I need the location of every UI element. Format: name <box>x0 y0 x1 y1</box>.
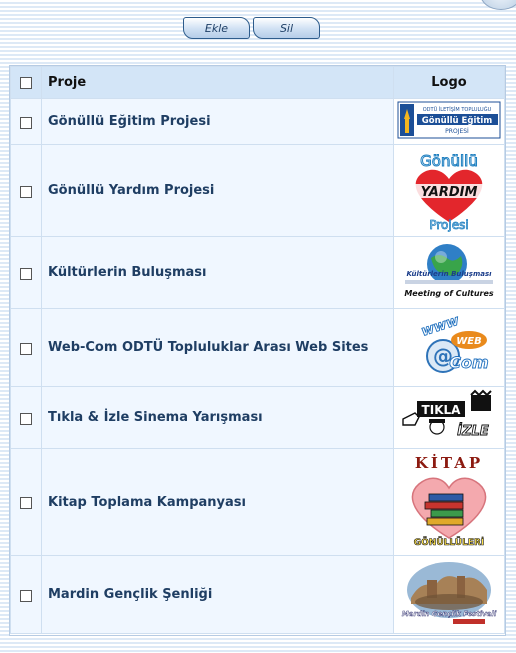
row-checkbox[interactable] <box>20 589 32 602</box>
select-all-checkbox[interactable] <box>20 76 32 89</box>
row-checkbox[interactable] <box>20 412 32 425</box>
add-button[interactable]: Ekle <box>183 17 250 39</box>
logo-text: PROJESİ <box>445 128 469 135</box>
row-checkbox[interactable] <box>20 267 32 280</box>
logo-text: Mardin Gençlik Festivali <box>402 610 497 618</box>
project-logo-cell: www @ WEB Com <box>393 308 505 387</box>
project-logo-cell: KİTAP GÖNÜLLÜLERİ <box>393 448 505 556</box>
project-logo-cell: Mardin Gençlik Festivali <box>393 555 505 634</box>
project-name[interactable]: Gönüllü Eğitim Projesi <box>41 98 394 145</box>
table-header-row: Proje Logo <box>10 66 505 99</box>
delete-button[interactable]: Sil <box>253 17 320 39</box>
logo-text: GÖNÜLLÜLERİ <box>414 537 485 548</box>
logo-text: WEB <box>456 336 481 347</box>
project-name[interactable]: Kültürlerin Buluşması <box>41 236 394 309</box>
row-checkbox-cell <box>10 144 42 237</box>
row-checkbox-cell <box>10 236 42 309</box>
projects-panel: Proje Logo Gönüllü Eğitim Projesi ODTÜ İ… <box>9 65 506 636</box>
project-name[interactable]: Tıkla & İzle Sinema Yarışması <box>41 386 394 449</box>
row-checkbox-cell <box>10 386 42 449</box>
logo-text: YARDIM <box>421 185 478 200</box>
column-header-project: Proje <box>41 66 394 99</box>
logo-text: Gönüllü <box>420 152 478 170</box>
table-row: Mardin Gençlik Şenliği Mardin Gençlik Fe… <box>10 555 505 634</box>
logo-text: İZLE <box>457 423 489 439</box>
yardim-logo[interactable]: Gönüllü YARDIM Projesi <box>397 146 501 232</box>
project-logo-cell: Gönüllü YARDIM Projesi <box>393 144 505 237</box>
logo-text: ODTÜ İLETİŞİM TOPLULUĞU <box>423 106 492 113</box>
tikla-izle-logo[interactable]: TIKLA İZLE <box>397 389 501 443</box>
row-checkbox-cell <box>10 98 42 145</box>
select-all-cell <box>10 66 42 99</box>
logo-text: Com <box>449 353 488 372</box>
kitap-logo[interactable]: KİTAP GÖNÜLLÜLERİ <box>397 450 501 550</box>
egitim-logo[interactable]: ODTÜ İLETİŞİM TOPLULUĞU Gönüllü Eğitim P… <box>397 101 501 139</box>
table-row: Tıkla & İzle Sinema Yarışması TIKLA İZLE <box>10 386 505 449</box>
window-corner-orb[interactable] <box>480 0 516 10</box>
row-checkbox-cell <box>10 448 42 556</box>
row-checkbox[interactable] <box>20 342 32 355</box>
table-row: Kitap Toplama Kampanyası KİTAP GÖNÜLLÜLE… <box>10 448 505 556</box>
project-name[interactable]: Gönüllü Yardım Projesi <box>41 144 394 237</box>
column-header-logo: Logo <box>393 66 505 99</box>
project-logo-cell: TIKLA İZLE <box>393 386 505 449</box>
project-name[interactable]: Mardin Gençlik Şenliği <box>41 555 394 634</box>
logo-text: Gönüllü Eğitim <box>422 116 493 126</box>
row-checkbox[interactable] <box>20 497 32 509</box>
logo-text: Projesi <box>429 218 468 232</box>
toolbar: Ekle Sil <box>183 17 320 39</box>
project-name[interactable]: Kitap Toplama Kampanyası <box>41 448 394 556</box>
webcom-logo[interactable]: www @ WEB Com <box>397 312 501 380</box>
table-row: Kültürlerin Buluşması Kültürlerin Buluşm… <box>10 236 505 309</box>
row-checkbox[interactable] <box>20 185 32 198</box>
projects-table: Proje Logo Gönüllü Eğitim Projesi ODTÜ İ… <box>10 66 505 634</box>
table-row: Web-Com ODTÜ Topluluklar Arası Web Sites… <box>10 308 505 387</box>
mardin-logo[interactable]: Mardin Gençlik Festivali <box>397 558 501 628</box>
row-checkbox-cell <box>10 555 42 634</box>
logo-text: Meeting of Cultures <box>404 289 494 298</box>
kulturler-logo[interactable]: Kültürlerin Buluşması Meeting of Culture… <box>397 240 501 302</box>
row-checkbox-cell <box>10 308 42 387</box>
project-name[interactable]: Web-Com ODTÜ Topluluklar Arası Web Sites <box>41 308 394 387</box>
logo-text: Kültürlerin Buluşması <box>406 270 492 278</box>
logo-text: TIKLA <box>422 403 462 417</box>
table-row: Gönüllü Yardım Projesi Gönüllü YARDIM Pr… <box>10 144 505 237</box>
project-logo-cell: Kültürlerin Buluşması Meeting of Culture… <box>393 236 505 309</box>
row-checkbox[interactable] <box>20 116 32 129</box>
logo-text: KİTAP <box>415 453 483 472</box>
table-row: Gönüllü Eğitim Projesi ODTÜ İLETİŞİM TOP… <box>10 98 505 145</box>
project-logo-cell: ODTÜ İLETİŞİM TOPLULUĞU Gönüllü Eğitim P… <box>393 98 505 145</box>
